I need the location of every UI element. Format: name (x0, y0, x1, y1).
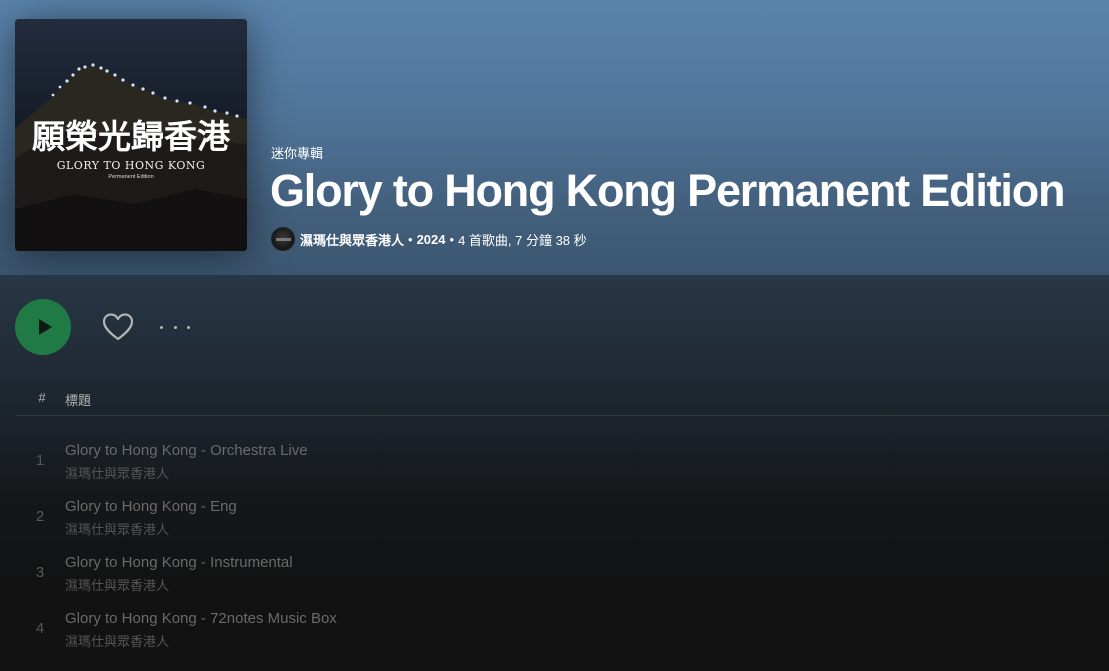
track-number: 4 (35, 620, 45, 637)
track-artist[interactable]: 濕瑪仕與眾香港人 (65, 575, 169, 594)
heart-icon (102, 313, 134, 341)
album-type-label: 迷你專輯 (271, 146, 324, 161)
track-artist[interactable]: 濕瑪仕與眾香港人 (65, 631, 169, 650)
album-body: # 標題 1 Glory to Hong Kong - Orchestra Li… (0, 275, 1109, 671)
album-title: Glory to Hong Kong Permanent Edition (270, 165, 1065, 216)
track-count-duration: 4 首歌曲, 7 分鐘 38 秒 (458, 232, 587, 248)
like-button[interactable] (101, 311, 135, 343)
track-row[interactable]: 2 Glory to Hong Kong - Eng 濕瑪仕與眾香港人 (16, 491, 1109, 541)
more-dot (173, 325, 177, 329)
track-artist[interactable]: 濕瑪仕與眾香港人 (65, 519, 169, 538)
track-artist[interactable]: 濕瑪仕與眾香港人 (65, 463, 169, 482)
track-row[interactable]: 3 Glory to Hong Kong - Instrumental 濕瑪仕與… (16, 547, 1109, 597)
album-cover[interactable]: 願榮光歸香港 GLORY TO HONG KONG Permanent Edit… (15, 19, 247, 251)
track-title[interactable]: Glory to Hong Kong - Orchestra Live (65, 442, 308, 459)
cover-title-english: GLORY TO HONG KONG (56, 159, 206, 172)
meta-separator: • (449, 231, 455, 247)
meta-separator: • (408, 231, 413, 247)
album-meta: 濕瑪仕與眾香港人 • 2024 • 4 首歌曲, 7 分鐘 38 秒 (271, 227, 587, 251)
track-row[interactable]: 4 Glory to Hong Kong - 72notes Music Box… (16, 603, 1109, 653)
tracklist-header: # 標題 (16, 384, 1109, 416)
column-number-header: # (38, 390, 46, 405)
play-button[interactable] (15, 299, 71, 355)
track-row[interactable]: 1 Glory to Hong Kong - Orchestra Live 濕瑪… (16, 435, 1109, 485)
track-number: 2 (35, 508, 45, 525)
cover-title-chinese: 願榮光歸香港 (32, 117, 230, 156)
cover-edition: Permanent Edition (108, 174, 154, 180)
artist-link[interactable]: 濕瑪仕與眾香港人 (300, 230, 404, 249)
album-header: 願榮光歸香港 GLORY TO HONG KONG Permanent Edit… (0, 0, 1109, 275)
play-icon (38, 319, 52, 335)
more-options-button[interactable] (160, 315, 190, 339)
track-number: 1 (35, 452, 45, 469)
more-dot (160, 325, 163, 329)
artist-avatar[interactable] (271, 227, 295, 251)
track-number: 3 (35, 564, 45, 581)
track-title[interactable]: Glory to Hong Kong - 72notes Music Box (65, 610, 337, 627)
more-dot (187, 325, 190, 329)
album-page: 願榮光歸香港 GLORY TO HONG KONG Permanent Edit… (0, 0, 1109, 671)
column-title-header: 標題 (65, 393, 92, 408)
track-title[interactable]: Glory to Hong Kong - Eng (65, 498, 237, 515)
release-year: 2024 (416, 231, 446, 247)
track-title[interactable]: Glory to Hong Kong - Instrumental (65, 554, 293, 571)
